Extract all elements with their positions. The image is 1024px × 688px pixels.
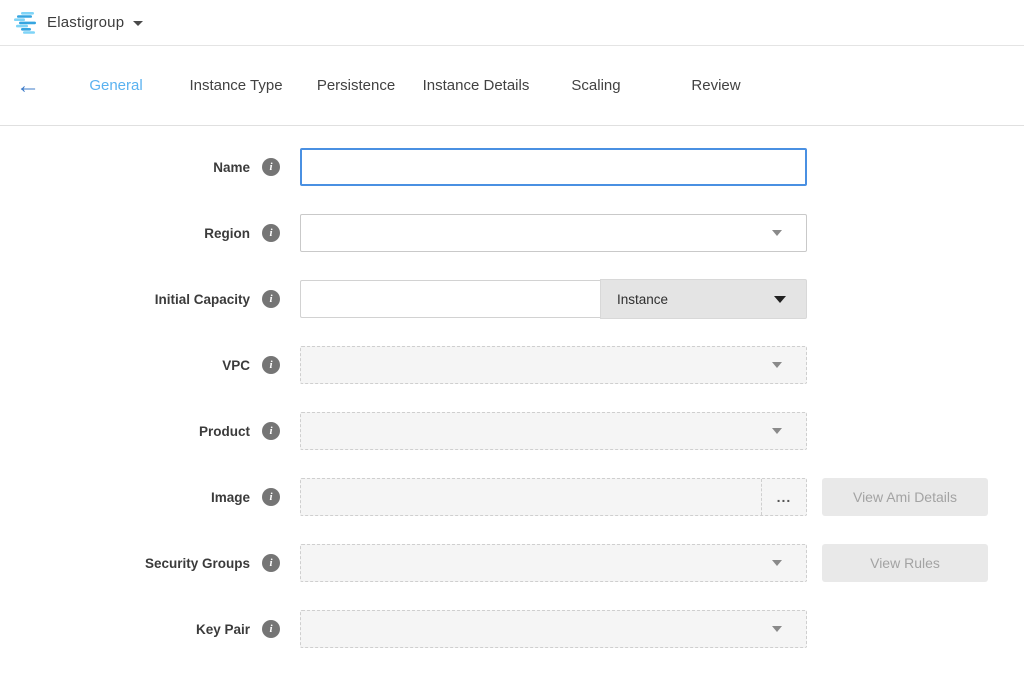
general-settings-form: Name i Region i Initial Capacity i Insta… (0, 126, 1024, 648)
tab-general[interactable]: General (56, 77, 176, 94)
region-label: Region (0, 226, 250, 241)
key-pair-label: Key Pair (0, 622, 250, 637)
info-icon[interactable]: i (262, 158, 280, 176)
region-select[interactable] (300, 214, 807, 252)
name-label: Name (0, 160, 250, 175)
info-icon[interactable]: i (262, 290, 280, 308)
form-row-vpc: VPC i (0, 346, 1024, 384)
tab-persistence[interactable]: Persistence (296, 77, 416, 94)
product-label: Product (0, 424, 250, 439)
back-arrow-icon[interactable]: ← (0, 74, 56, 98)
app-title[interactable]: Elastigroup (47, 14, 124, 31)
info-icon[interactable]: i (262, 620, 280, 638)
info-icon[interactable]: i (262, 488, 280, 506)
tab-instance-type[interactable]: Instance Type (176, 77, 296, 94)
form-row-key-pair: Key Pair i (0, 610, 1024, 648)
info-icon[interactable]: i (262, 554, 280, 572)
form-row-product: Product i (0, 412, 1024, 450)
form-row-region: Region i (0, 214, 1024, 252)
image-input-group: ... (300, 478, 807, 516)
security-groups-select (300, 544, 807, 582)
elastigroup-logo-icon (14, 12, 38, 34)
tab-scaling[interactable]: Scaling (536, 77, 656, 94)
name-input[interactable] (300, 148, 807, 186)
tab-instance-details[interactable]: Instance Details (416, 77, 536, 94)
form-row-image: Image i ... View Ami Details (0, 478, 1024, 516)
capacity-unit-value: Instance (617, 292, 668, 307)
chevron-down-icon (772, 560, 782, 566)
chevron-down-icon (774, 296, 786, 303)
info-icon[interactable]: i (262, 422, 280, 440)
view-ami-details-button: View Ami Details (822, 478, 988, 516)
app-switcher-caret-icon[interactable] (133, 21, 143, 26)
wizard-tab-bar: ← General Instance Type Persistence Inst… (0, 46, 1024, 126)
initial-capacity-input[interactable] (300, 280, 600, 318)
initial-capacity-label: Initial Capacity (0, 292, 250, 307)
capacity-unit-select[interactable]: Instance (600, 279, 807, 319)
form-row-security-groups: Security Groups i View Rules (0, 544, 1024, 582)
top-bar: Elastigroup (0, 0, 1024, 46)
security-groups-label: Security Groups (0, 556, 250, 571)
product-select (300, 412, 807, 450)
vpc-label: VPC (0, 358, 250, 373)
key-pair-select (300, 610, 807, 648)
chevron-down-icon (772, 230, 782, 236)
image-browse-button: ... (761, 479, 806, 515)
chevron-down-icon (772, 362, 782, 368)
chevron-down-icon (772, 626, 782, 632)
info-icon[interactable]: i (262, 224, 280, 242)
tab-review[interactable]: Review (656, 77, 776, 94)
info-icon[interactable]: i (262, 356, 280, 374)
vpc-select (300, 346, 807, 384)
image-input (301, 479, 761, 515)
view-rules-button: View Rules (822, 544, 988, 582)
image-label: Image (0, 490, 250, 505)
form-row-name: Name i (0, 148, 1024, 186)
form-row-initial-capacity: Initial Capacity i Instance (0, 280, 1024, 318)
chevron-down-icon (772, 428, 782, 434)
